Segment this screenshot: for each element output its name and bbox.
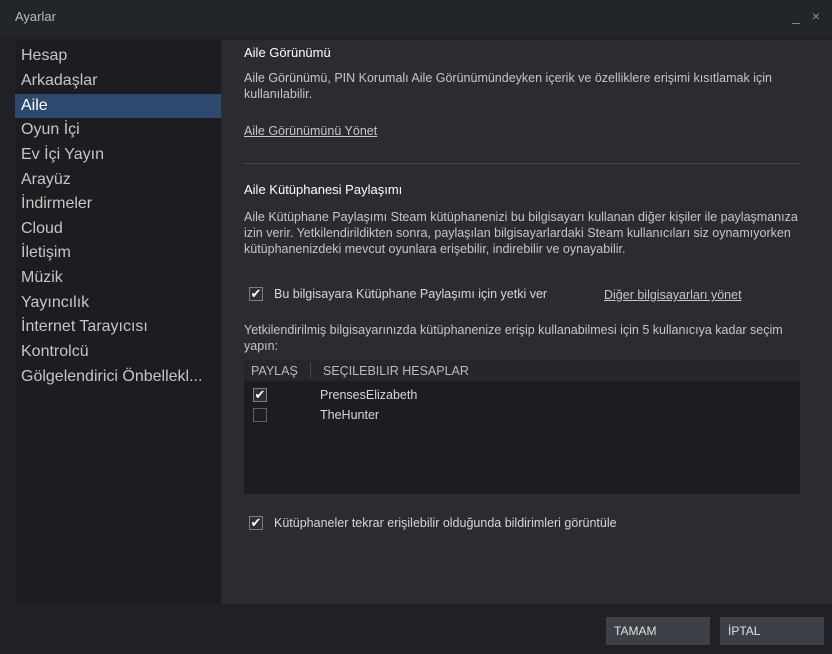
column-separator	[310, 362, 311, 379]
cancel-button[interactable]: İPTAL	[720, 617, 824, 645]
section-divider	[244, 163, 800, 164]
manage-family-view-link[interactable]: Aile Görünümünü Yönet	[244, 124, 377, 138]
table-header: PAYLAŞ SEÇILEBILIR HESAPLAR	[244, 360, 800, 381]
window-title: Ayarlar	[15, 9, 56, 24]
title-bar[interactable]: Ayarlar _ ×	[0, 0, 832, 36]
library-sharing-heading: Aile Kütüphanesi Paylaşımı	[244, 182, 403, 197]
eligible-accounts-hint: Yetkilendirilmiş bilgisayarınızda kütüph…	[244, 323, 783, 353]
sidebar-item-oyun-ici[interactable]: Oyun İçi	[15, 118, 221, 142]
family-view-heading: Aile Görünümü	[244, 45, 331, 60]
authorize-computer-label: Bu bilgisayara Kütüphane Paylaşımı için …	[274, 287, 548, 301]
sidebar-item-ev-ici-yayin[interactable]: Ev İçi Yayın	[15, 143, 221, 167]
eligible-accounts-table: PAYLAŞ SEÇILEBILIR HESAPLAR ✔ PrensesEli…	[244, 360, 800, 494]
share-checkbox-prenseselizabeth[interactable]: ✔	[253, 388, 267, 402]
sidebar-item-golgelendirici-onbellek[interactable]: Gölgelendirici Önbellekl...	[15, 365, 221, 389]
settings-sidebar: Hesap Arkadaşlar Aile Oyun İçi Ev İçi Ya…	[15, 40, 221, 604]
share-checkbox-thehunter[interactable]	[253, 408, 267, 422]
notify-label: Kütüphaneler tekrar erişilebilir olduğun…	[274, 516, 617, 530]
window-controls: _ ×	[788, 6, 824, 26]
authorize-computer-checkbox[interactable]: ✔	[249, 287, 263, 301]
column-header-share[interactable]: PAYLAŞ	[251, 364, 298, 378]
sidebar-item-internet-tarayicisi[interactable]: İnternet Tarayıcısı	[15, 315, 221, 339]
sidebar-item-arayuz[interactable]: Arayüz	[15, 168, 221, 192]
account-name: PrensesElizabeth	[320, 388, 418, 402]
column-header-accounts[interactable]: SEÇILEBILIR HESAPLAR	[323, 364, 469, 378]
sidebar-item-muzik[interactable]: Müzik	[15, 266, 221, 290]
sidebar-item-arkadaslar[interactable]: Arkadaşlar	[15, 69, 221, 93]
settings-content: Aile Görünümü Aile Görünümü, PIN Korumal…	[221, 40, 832, 604]
family-view-description: Aile Görünümü, PIN Korumalı Aile Görünüm…	[244, 71, 772, 101]
sidebar-item-yayincilik[interactable]: Yayıncılık	[15, 291, 221, 315]
sidebar-item-iletisim[interactable]: İletişim	[15, 241, 221, 265]
sidebar-item-hesap[interactable]: Hesap	[15, 44, 221, 68]
sidebar-item-cloud[interactable]: Cloud	[15, 217, 221, 241]
account-name: TheHunter	[320, 408, 380, 422]
ok-button[interactable]: TAMAM	[606, 617, 710, 645]
minimize-icon[interactable]: _	[788, 6, 804, 26]
close-icon[interactable]: ×	[808, 6, 824, 26]
sidebar-item-indirmeler[interactable]: İndirmeler	[15, 192, 221, 216]
notify-checkbox[interactable]: ✔	[249, 516, 263, 530]
library-sharing-description: Aile Kütüphane Paylaşımı Steam kütüphane…	[244, 210, 798, 256]
sidebar-item-aile[interactable]: Aile	[15, 94, 221, 118]
manage-other-computers-link[interactable]: Diğer bilgisayarları yönet	[604, 288, 742, 302]
settings-window: Ayarlar _ × Hesap Arkadaşlar Aile Oyun İ…	[0, 0, 832, 654]
sidebar-item-kontrolcu[interactable]: Kontrolcü	[15, 340, 221, 364]
